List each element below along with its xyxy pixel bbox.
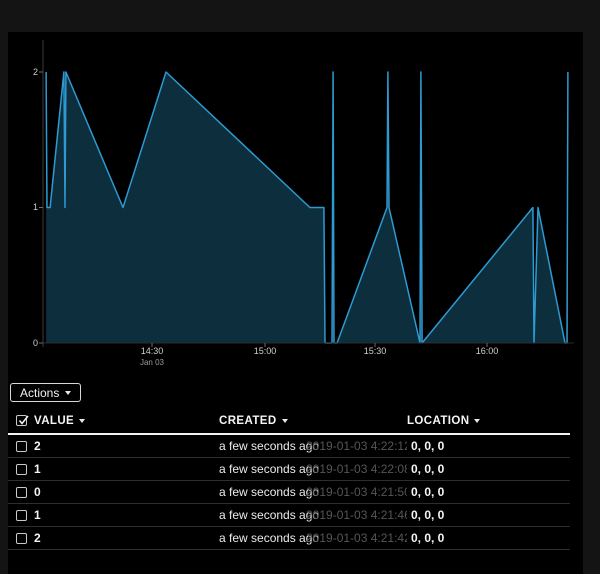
row-checkbox[interactable] [16, 441, 27, 452]
column-header-value-label: VALUE [34, 415, 74, 427]
x-axis-tick-label: 16:00 [476, 346, 499, 356]
column-header-location[interactable]: LOCATION [407, 415, 570, 427]
row-checkbox[interactable] [16, 510, 27, 521]
cell-value: 0 [34, 485, 219, 499]
cell-created-relative: a few seconds ago [219, 462, 299, 476]
cell-created-absolute: 2019-01-03 4:22:12 p… [299, 439, 407, 453]
column-header-created-label: CREATED [219, 415, 277, 427]
row-checkbox[interactable] [16, 487, 27, 498]
table-row: 2 a few seconds ago 2019-01-03 4:22:12 p… [8, 435, 570, 458]
table-body: 2 a few seconds ago 2019-01-03 4:22:12 p… [8, 435, 570, 550]
cell-created-absolute: 2019-01-03 4:21:50 p… [299, 485, 407, 499]
table-row: 0 a few seconds ago 2019-01-03 4:21:50 p… [8, 481, 570, 504]
table-row: 1 a few seconds ago 2019-01-03 4:21:46 p… [8, 504, 570, 527]
cell-created-relative: a few seconds ago [219, 485, 299, 499]
cell-value: 2 [34, 439, 219, 453]
check-icon [17, 414, 30, 427]
cell-created-absolute: 2019-01-03 4:21:46 p… [299, 508, 407, 522]
select-all-checkbox[interactable] [16, 415, 27, 426]
cell-created-relative: a few seconds ago [219, 439, 299, 453]
x-axis-tick-label: 14:30 [141, 346, 164, 356]
row-checkbox[interactable] [16, 464, 27, 475]
actions-dropdown-button[interactable]: Actions [10, 383, 81, 402]
cell-value: 2 [34, 531, 219, 545]
cell-location: 0, 0, 0 [407, 531, 570, 545]
cell-created-absolute: 2019-01-03 4:22:08 … [299, 462, 407, 476]
y-axis-tick-label: 0 [8, 337, 38, 349]
cell-location: 0, 0, 0 [407, 508, 570, 522]
cell-location: 0, 0, 0 [407, 439, 570, 453]
sort-caret-icon [79, 419, 85, 423]
actions-button-label: Actions [20, 386, 59, 400]
chart-area-fill [46, 72, 568, 343]
y-axis-tick-label: 2 [8, 66, 38, 78]
x-axis-tick-label: 15:00 [254, 346, 277, 356]
cell-created-absolute: 2019-01-03 4:21:42 p… [299, 531, 407, 545]
cell-location: 0, 0, 0 [407, 485, 570, 499]
sort-caret-icon [474, 419, 480, 423]
cell-created-relative: a few seconds ago [219, 531, 299, 545]
records-table: VALUE CREATED LOCATION 2 a few seconds a… [8, 408, 570, 550]
y-axis-tick-label: 1 [8, 201, 38, 213]
cell-value: 1 [34, 462, 219, 476]
x-axis-tick-label: 15:30 [364, 346, 387, 356]
table-row: 1 a few seconds ago 2019-01-03 4:22:08 …… [8, 458, 570, 481]
column-header-value[interactable]: VALUE [34, 415, 219, 427]
cell-created-relative: a few seconds ago [219, 508, 299, 522]
x-axis-date-sublabel: Jan 03 [140, 358, 164, 367]
table-header-row: VALUE CREATED LOCATION [8, 408, 570, 433]
dashboard-panel: 2 1 0 14:30 15:00 15:30 16:00 Jan 03 Act… [8, 32, 583, 574]
cell-location: 0, 0, 0 [407, 462, 570, 476]
column-header-created[interactable]: CREATED [219, 415, 407, 427]
row-checkbox[interactable] [16, 533, 27, 544]
table-row: 2 a few seconds ago 2019-01-03 4:21:42 p… [8, 527, 570, 550]
chart-svg [8, 32, 583, 377]
column-header-location-label: LOCATION [407, 415, 469, 427]
cell-value: 1 [34, 508, 219, 522]
chevron-down-icon [65, 391, 71, 395]
value-timeseries-chart: 2 1 0 14:30 15:00 15:30 16:00 Jan 03 [8, 32, 583, 377]
sort-caret-icon [282, 419, 288, 423]
